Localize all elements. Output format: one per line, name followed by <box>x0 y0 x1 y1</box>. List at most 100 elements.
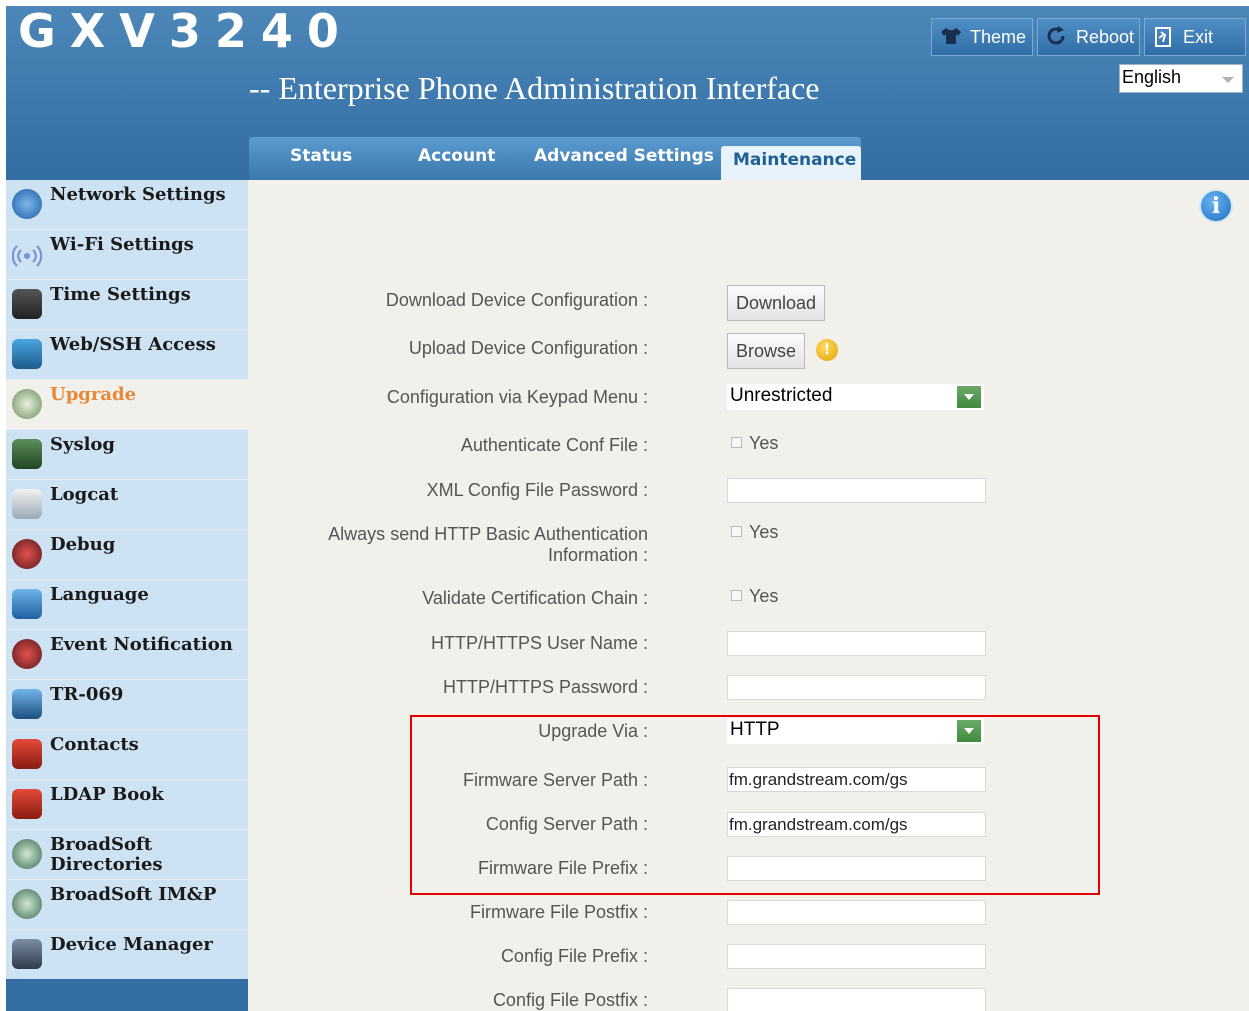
sidebar-item-language[interactable]: Language <box>6 580 248 630</box>
language-value: English <box>1122 67 1182 87</box>
fw-server-path-label: Firmware Server Path : <box>462 770 648 790</box>
validate-chain-label: Validate Certification Chain : <box>422 588 648 608</box>
broadsoft-icon <box>12 889 42 919</box>
clock-icon <box>12 289 42 319</box>
checkbox-label: Yes <box>749 522 779 542</box>
xml-password-label: XML Config File Password : <box>426 480 648 500</box>
upgrade-via-select[interactable]: HTTP <box>727 718 984 744</box>
keypad-menu-select[interactable]: Unrestricted <box>727 384 984 410</box>
upgrade-via-label: Upgrade Via : <box>538 721 648 741</box>
sidebar-item-time-settings[interactable]: Time Settings <box>6 280 248 330</box>
chevron-down-icon <box>957 720 981 742</box>
sidebar-item-ldap-book[interactable]: LDAP Book <box>6 780 248 830</box>
upgrade-icon <box>12 389 42 419</box>
http-password-input[interactable] <box>727 675 986 700</box>
http-basic-auth-label: Always send HTTP Basic Authentication In… <box>328 524 648 565</box>
sidebar-item-debug[interactable]: Debug <box>6 530 248 580</box>
sidebar-item-label: Device Manager <box>50 934 213 955</box>
checkbox-box[interactable] <box>731 590 742 601</box>
xml-password-input[interactable] <box>727 478 986 503</box>
fw-prefix-input[interactable] <box>727 856 986 881</box>
sidebar-item-label: Language <box>50 584 149 605</box>
sidebar-item-label: Time Settings <box>50 284 191 305</box>
sidebar-item-label: Upgrade <box>50 384 137 405</box>
bell-icon <box>12 639 42 669</box>
browse-button[interactable]: Browse <box>727 333 806 369</box>
auth-conf-checkbox[interactable]: Yes <box>731 433 778 454</box>
validate-chain-checkbox[interactable]: Yes <box>731 586 778 607</box>
broadsoft-icon <box>12 839 42 869</box>
cfg-server-path-input[interactable]: fm.grandstream.com/gs <box>727 812 986 837</box>
download-config-label: Download Device Configuration : <box>385 290 648 310</box>
theme-label: Theme <box>970 26 1027 47</box>
keypad-menu-value: Unrestricted <box>730 385 833 406</box>
upgrade-settings-panel: Download Device Configuration : Download… <box>248 180 1249 1011</box>
checkbox-box[interactable] <box>731 526 742 537</box>
sidebar-item-upgrade[interactable]: Upgrade <box>6 380 248 430</box>
theme-button[interactable]: Theme <box>931 18 1033 56</box>
sidebar-item-wifi-settings[interactable]: Wi-Fi Settings <box>6 230 248 280</box>
fw-postfix-label: Firmware File Postfix : <box>469 902 648 922</box>
sidebar-item-event-notification[interactable]: Event Notification <box>6 630 248 680</box>
reboot-label: Reboot <box>1076 26 1135 47</box>
sidebar-item-web-ssh-access[interactable]: Web/SSH Access <box>6 330 248 380</box>
header: GXV3240 -- Enterprise Phone Administrati… <box>6 6 1249 180</box>
fw-server-path-input[interactable]: fm.grandstream.com/gs <box>727 767 986 792</box>
sidebar-item-label: Debug <box>50 534 116 555</box>
sidebar-item-device-manager[interactable]: Device Manager <box>6 930 248 980</box>
tab-account[interactable]: Account <box>418 146 495 166</box>
sidebar-item-broadsoft-directories[interactable]: BroadSoft Directories <box>6 830 248 880</box>
http-user-input[interactable] <box>727 631 986 656</box>
sidebar-item-label: Wi-Fi Settings <box>50 234 194 255</box>
sidebar-item-label: BroadSoft Directories <box>50 834 163 875</box>
app-window: GXV3240 -- Enterprise Phone Administrati… <box>6 6 1249 1011</box>
cfg-prefix-label: Config File Prefix : <box>500 946 648 966</box>
cfg-prefix-input[interactable] <box>727 944 986 969</box>
language-icon <box>12 589 42 619</box>
contacts-icon <box>12 739 42 769</box>
sidebar-item-label: Network Settings <box>50 184 226 205</box>
upgrade-via-value: HTTP <box>730 719 780 740</box>
sidebar-item-logcat[interactable]: Logcat <box>6 480 248 530</box>
language-select[interactable]: English <box>1119 64 1243 93</box>
http-basic-auth-checkbox[interactable]: Yes <box>731 522 778 543</box>
http-password-label: HTTP/HTTPS Password : <box>442 677 648 697</box>
sidebar-item-broadsoft-imp[interactable]: BroadSoft IM&P <box>6 880 248 930</box>
monitor-icon <box>12 339 42 369</box>
warning-icon[interactable] <box>816 339 838 361</box>
sidebar-item-label: Logcat <box>50 484 119 505</box>
sidebar: Network Settings Wi-Fi Settings Time Set… <box>6 180 248 1011</box>
logcat-icon <box>12 489 42 519</box>
sidebar-item-network-settings[interactable]: Network Settings <box>6 180 248 230</box>
fw-postfix-input[interactable] <box>727 900 986 925</box>
reboot-button[interactable]: Reboot <box>1037 18 1140 56</box>
sidebar-item-contacts[interactable]: Contacts <box>6 730 248 780</box>
sidebar-item-syslog[interactable]: Syslog <box>6 430 248 480</box>
shirt-icon <box>940 26 964 48</box>
exit-door-icon <box>1153 26 1177 48</box>
sidebar-item-label: Web/SSH Access <box>50 334 216 355</box>
main-tabs: Status Account Advanced Settings Mainten… <box>249 137 861 180</box>
syslog-icon <box>12 439 42 469</box>
checkbox-box[interactable] <box>731 437 742 448</box>
sidebar-item-label: Event Notification <box>50 634 233 655</box>
network-icon <box>12 189 42 219</box>
tr069-icon <box>12 689 42 719</box>
fw-prefix-label: Firmware File Prefix : <box>477 858 648 878</box>
cfg-postfix-label: Config File Postfix : <box>492 990 648 1010</box>
auth-conf-label: Authenticate Conf File : <box>460 435 648 455</box>
sidebar-footer <box>6 979 248 1011</box>
cfg-postfix-input[interactable] <box>727 988 986 1011</box>
sidebar-item-label: Syslog <box>50 434 116 455</box>
sidebar-item-label: LDAP Book <box>50 784 164 805</box>
download-button[interactable]: Download <box>727 285 826 321</box>
exit-button[interactable]: Exit <box>1144 18 1246 56</box>
upload-config-label: Upload Device Configuration : <box>408 338 648 358</box>
ldap-icon <box>12 789 42 819</box>
sidebar-item-tr-069[interactable]: TR-069 <box>6 680 248 730</box>
http-user-label: HTTP/HTTPS User Name : <box>430 633 648 653</box>
tab-status[interactable]: Status <box>290 146 352 166</box>
tab-maintenance[interactable]: Maintenance <box>721 146 861 180</box>
tab-advanced-settings[interactable]: Advanced Settings <box>534 146 714 166</box>
info-icon[interactable] <box>1199 189 1233 223</box>
